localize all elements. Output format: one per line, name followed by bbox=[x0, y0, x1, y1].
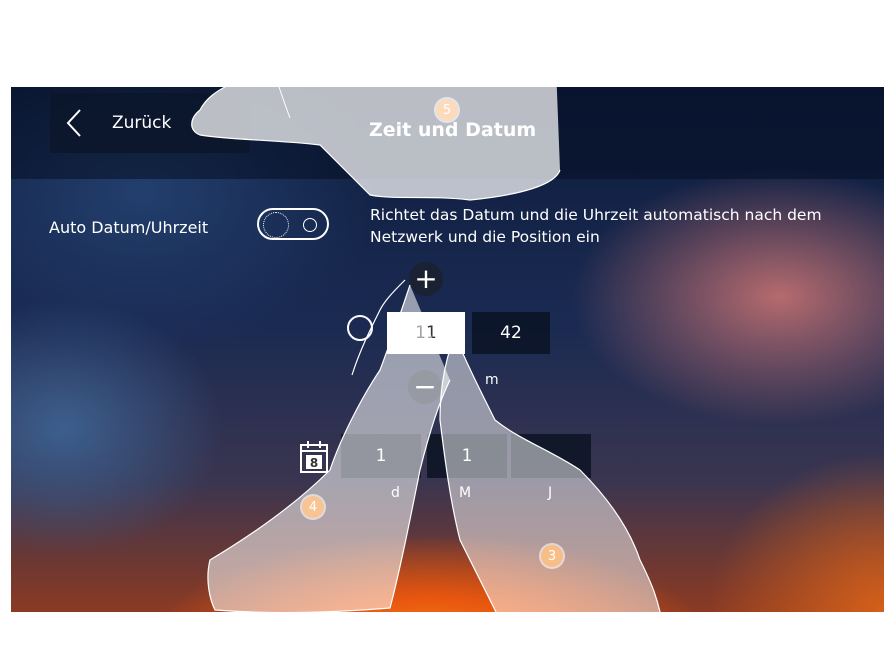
calendar-icon: 8 bbox=[300, 441, 328, 473]
auto-datetime-description: Richtet das Datum und die Uhrzeit automa… bbox=[370, 206, 822, 246]
back-label: Zurück bbox=[112, 113, 172, 133]
month-unit-label: M bbox=[459, 485, 472, 501]
day-field[interactable]: 1 bbox=[341, 434, 421, 478]
callout-badge-4: 4 bbox=[302, 496, 324, 518]
increase-button[interactable]: + bbox=[409, 262, 443, 296]
day-unit-label: d bbox=[391, 485, 400, 501]
month-field[interactable]: 1 bbox=[427, 434, 507, 478]
calendar-day-number: 8 bbox=[310, 456, 318, 470]
toggle-off-indicator bbox=[263, 212, 289, 238]
decrease-button[interactable]: − bbox=[408, 370, 442, 404]
callout-badge-3: 3 bbox=[541, 545, 563, 567]
minute-field[interactable]: 42 bbox=[472, 312, 550, 354]
clock-icon bbox=[347, 315, 373, 341]
hour-field[interactable]: 11 bbox=[387, 312, 465, 354]
back-button[interactable]: Zurück bbox=[50, 93, 250, 153]
page-title: Zeit und Datum bbox=[369, 119, 537, 141]
callout-badge-5: 5 bbox=[436, 99, 458, 121]
auto-datetime-label: Auto Datum/Uhrzeit bbox=[49, 218, 209, 237]
year-field[interactable] bbox=[511, 434, 591, 478]
device-screen: Zurück Zeit und Datum Auto Datum/Uhrzeit… bbox=[11, 87, 884, 612]
year-unit-label: J bbox=[548, 485, 553, 501]
auto-datetime-toggle[interactable] bbox=[257, 208, 329, 240]
toggle-knob bbox=[303, 218, 317, 232]
time-unit-label: m bbox=[485, 372, 499, 388]
chevron-left-icon bbox=[66, 109, 81, 137]
